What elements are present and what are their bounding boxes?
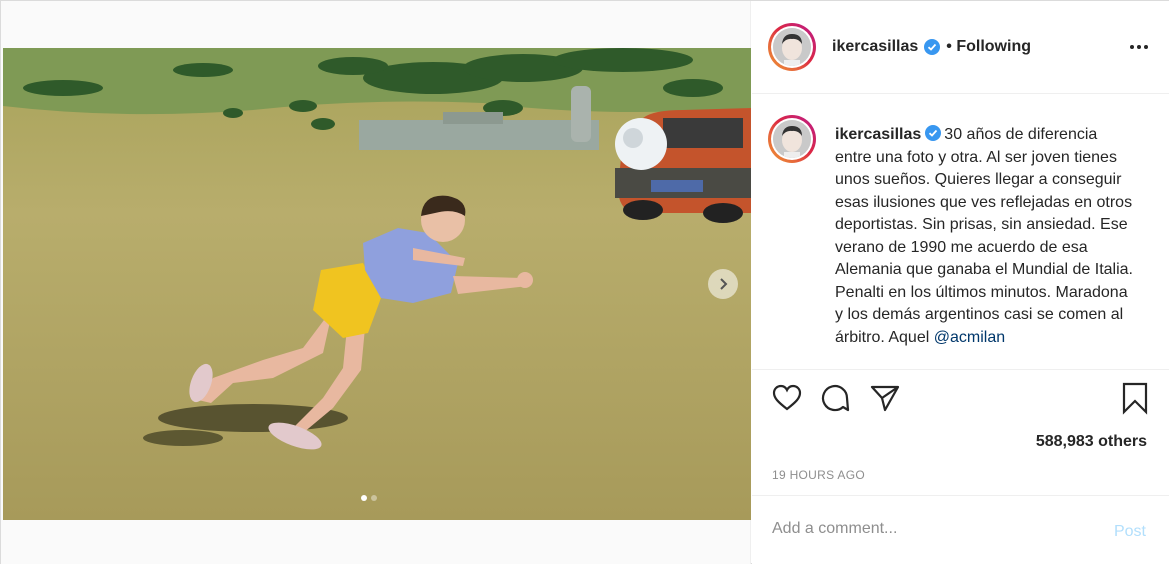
caption-body: 30 años de diferencia entre una foto y o… <box>835 126 1133 346</box>
carousel-dots <box>361 495 377 501</box>
caption-username[interactable]: ikercasillas <box>835 126 921 143</box>
instagram-post: ikercasillas • Following ikercasillas 30… <box>0 0 1169 564</box>
author-avatar[interactable] <box>768 23 816 71</box>
post-comment-button[interactable]: Post <box>1114 523 1146 541</box>
action-bar <box>752 381 1169 421</box>
post-sidebar: ikercasillas • Following ikercasillas 30… <box>752 1 1169 564</box>
caption-text: ikercasillas 30 años de diferencia entre … <box>835 124 1135 349</box>
chevron-right-icon <box>720 278 728 290</box>
carousel-dot-active <box>361 495 367 501</box>
carousel-next-button[interactable] <box>708 269 738 299</box>
verified-badge-icon <box>924 39 941 55</box>
share-icon[interactable] <box>868 381 902 415</box>
more-options-icon[interactable] <box>1129 39 1149 55</box>
carousel-dot <box>371 495 377 501</box>
following-status[interactable]: • Following <box>946 38 1031 56</box>
post-media <box>1 1 751 564</box>
author-username[interactable]: ikercasillas <box>832 38 918 56</box>
heart-icon[interactable] <box>770 381 804 415</box>
post-header: ikercasillas • Following <box>752 1 1169 94</box>
comment-form: Post <box>752 495 1169 564</box>
bookmark-icon[interactable] <box>1118 381 1152 415</box>
comment-icon[interactable] <box>818 381 852 415</box>
post-timestamp[interactable]: 19 HOURS AGO <box>772 468 865 482</box>
comment-input[interactable] <box>772 520 1072 538</box>
caption-mention[interactable]: @acmilan <box>934 329 1005 346</box>
post-photo <box>3 48 751 520</box>
verified-badge-icon <box>925 125 942 141</box>
caption-section: ikercasillas 30 años de diferencia entre … <box>752 95 1169 370</box>
likes-count[interactable]: 588,983 others <box>1036 433 1147 451</box>
caption-avatar[interactable] <box>768 115 816 163</box>
